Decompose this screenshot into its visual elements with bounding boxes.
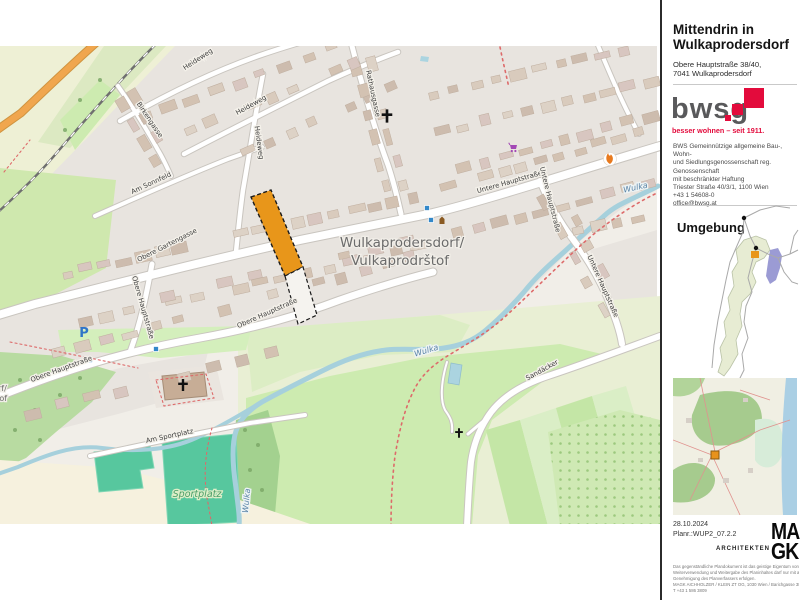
magk-architects-logo: MA GK [771, 522, 800, 564]
project-address: Obere Hauptstraße 38/40, 7041 Wulkaprode… [673, 60, 761, 78]
site-marker [751, 251, 759, 258]
town-dot [754, 246, 758, 250]
bus-stop-icon [425, 206, 430, 211]
place-label: Vulkaprodrštof [351, 253, 450, 269]
bus-stop-icon [429, 218, 434, 223]
plan-number: Planr.:WUP2_07.2.2 [673, 531, 736, 538]
bwsg-logo-square-large [744, 88, 764, 108]
bwsg-tagline: besser wohnen – seit 1911. [672, 126, 764, 135]
place-label: Vulkaprodrštof [0, 393, 7, 403]
building [291, 216, 306, 229]
area-label: Sportplatz [173, 489, 223, 500]
disclaimer-text: Das gegenständliche Plandokument ist das… [673, 564, 799, 596]
minimap-site-marker [711, 451, 719, 459]
umgebung-sketch [712, 206, 798, 382]
umgebung-map [660, 205, 800, 520]
disclaimer-line: Weiterverwendung und Weitergabe des Plan… [673, 570, 799, 576]
company-line: BWS Gemeinnützige allgemeine Bau-, Wohn- [673, 143, 799, 159]
company-line: Genossenschaft [673, 168, 799, 176]
region-overview-map [673, 378, 797, 515]
company-line: mit beschränkter Haftung [673, 176, 799, 184]
company-info: BWS Gemeinnützige allgemeine Bau-, Wohn-… [673, 143, 799, 209]
fire-icon [604, 153, 617, 166]
bwsg-logo-square-medium [732, 104, 743, 115]
lake-shape [766, 248, 782, 284]
disclaimer-line: T +43 1 586 3809 [673, 588, 799, 594]
town-dot [742, 216, 746, 220]
building [385, 196, 399, 209]
map-bottom-margin [0, 524, 660, 600]
parking-icon: P [79, 326, 89, 341]
architects-label: ARCHITEKTEN [712, 546, 770, 552]
map-top-margin [0, 0, 660, 46]
company-line: Triester Straße 40/3/1, 1100 Wien [673, 184, 799, 192]
bwsg-logo-square-small [725, 115, 731, 121]
svg-text:P: P [79, 326, 89, 341]
place-label: Wulkaprodersdorf/ [0, 384, 7, 393]
page-title: Mittendrin in Wulkaprodersdorf [673, 22, 789, 52]
site-plan-map: P Obere GartengasseUntere HauptstraßeUnt… [0, 0, 660, 600]
company-line: +43 1 54608-0 [673, 192, 799, 200]
company-line: und Siedlungsgenossenschaft reg. [673, 159, 799, 167]
title-line2: Wulkaprodersdorf [673, 37, 789, 52]
plan-document: P Obere GartengasseUntere HauptstraßeUnt… [0, 0, 800, 600]
place-label: Wulkaprodersdorf/ [340, 235, 465, 251]
disclaimer-line: MAGK AICHHOLZER / KLEIN ZT OG, 1030 Wien… [673, 582, 799, 588]
plan-date: 28.10.2024 [673, 521, 708, 528]
title-line1: Mittendrin in [673, 22, 754, 37]
building [408, 192, 419, 204]
bus-stop-icon [154, 347, 159, 352]
divider-line [673, 84, 797, 85]
